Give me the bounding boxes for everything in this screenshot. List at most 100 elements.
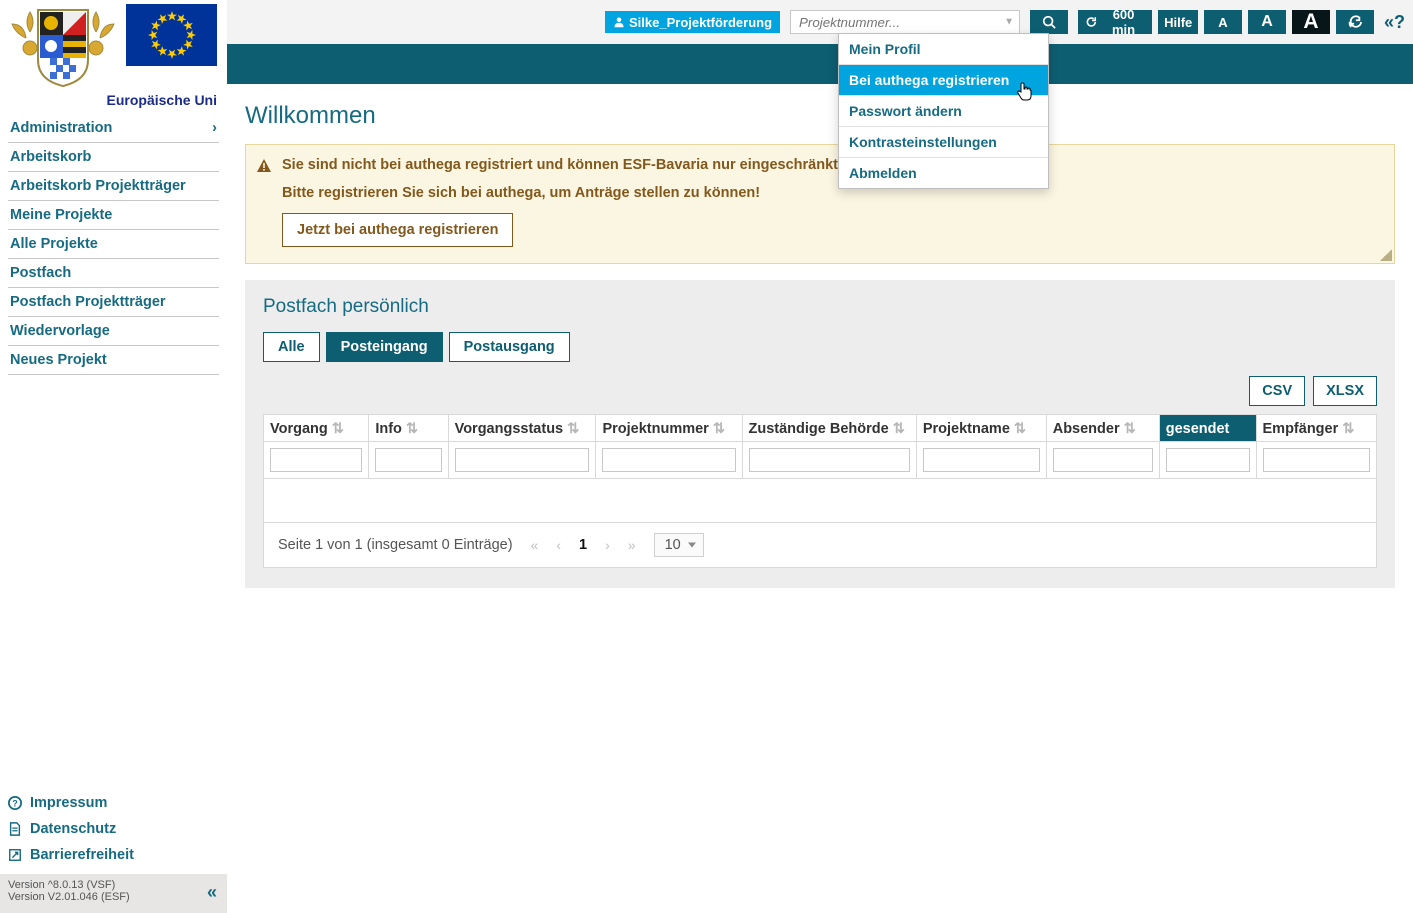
header-bar [227,44,1413,84]
sidebar-item-5[interactable]: Postfach [8,259,219,288]
session-timer-value: 600 min [1102,7,1146,37]
tab-posteingang[interactable]: Posteingang [326,332,443,362]
tab-alle[interactable]: Alle [263,332,320,362]
export-csv-button[interactable]: CSV [1249,376,1305,406]
register-authega-button[interactable]: Jetzt bei authega registrieren [282,213,513,247]
col-info[interactable]: Info⇅ [369,415,448,442]
warning-text-2: Bitte registrieren Sie sich bei authega,… [282,185,1378,201]
pager-first-icon[interactable]: « [531,537,539,553]
col-empfänger[interactable]: Empfänger⇅ [1256,415,1376,442]
barrierefreiheit-link[interactable]: Barrierefreiheit [8,842,219,868]
dropdown-item-3[interactable]: Kontrasteinstellungen [839,127,1048,158]
filter-info[interactable] [375,448,441,472]
dropdown-item-2[interactable]: Passwort ändern [839,96,1048,127]
collapse-sidebar-icon[interactable]: « [207,882,217,903]
col-vorgang[interactable]: Vorgang⇅ [264,415,369,442]
page-title: Willkommen [245,102,1395,130]
search-button[interactable] [1030,10,1068,34]
filter-absender[interactable] [1053,448,1153,472]
sort-icon: ⇅ [1124,421,1136,437]
sidebar-item-label: Meine Projekte [10,207,112,223]
postfach-table: Vorgang⇅Info⇅Vorgangsstatus⇅Projektnumme… [263,414,1377,523]
version-box: Version ^8.0.13 (VSF) Version V2.01.046 … [0,874,227,913]
col-zuständige-behörde[interactable]: Zuständige Behörde⇅ [742,415,916,442]
user-menu-button[interactable]: Silke_Projektförderung [605,11,780,33]
sidebar-item-0[interactable]: Administration› [8,114,219,143]
sidebar-item-2[interactable]: Arbeitskorb Projektträger [8,172,219,201]
sidebar-item-1[interactable]: Arbeitskorb [8,143,219,172]
footer-links: ? Impressum Datenschutz Barrierefreiheit [0,784,227,874]
version-line: Version ^8.0.13 (VSF) [8,879,219,891]
col-projektnummer[interactable]: Projektnummer⇅ [596,415,742,442]
sort-icon: ⇅ [1342,421,1354,437]
project-search-input[interactable] [790,10,1020,34]
eu-label: Europäische Uni [0,90,227,114]
dropdown-item-1[interactable]: Bei authega registrieren [839,65,1048,96]
page-size-select[interactable]: 10 [654,533,704,557]
question-circle-icon: ? [8,796,22,810]
postfach-panel: Postfach persönlich AllePosteingangPosta… [245,280,1395,588]
sort-icon: ⇅ [713,421,725,437]
sidebar-item-label: Alle Projekte [10,236,98,252]
datenschutz-link[interactable]: Datenschutz [8,816,219,842]
topbar-right: 600 min Hilfe A A A «? [1078,10,1405,34]
export-xlsx-button[interactable]: XLSX [1313,376,1377,406]
sidebar-item-label: Postfach Projektträger [10,294,166,310]
font-small-button[interactable]: A [1204,10,1242,34]
footer-link-label: Barrierefreiheit [30,847,134,863]
session-timer-button[interactable]: 600 min [1078,10,1152,34]
filter-projektname[interactable] [923,448,1040,472]
sidebar-item-label: Arbeitskorb Projektträger [10,178,186,194]
help-button[interactable]: Hilfe [1158,10,1198,34]
sidebar-item-3[interactable]: Meine Projekte [8,201,219,230]
footer-link-label: Datenschutz [30,821,116,837]
filter-zuständige-behörde[interactable] [749,448,910,472]
sidebar-item-label: Arbeitskorb [10,149,91,165]
panel-title: Postfach persönlich [263,296,1377,318]
tab-postausgang[interactable]: Postausgang [449,332,570,362]
pager-prev-icon[interactable]: ‹ [556,537,561,553]
user-icon [613,16,625,28]
footer-link-label: Impressum [30,795,107,811]
sort-icon: ⇅ [893,421,905,437]
sidebar-item-label: Administration [10,120,112,136]
user-name: Silke_Projektförderung [629,15,772,30]
filter-gesendet[interactable] [1166,448,1250,472]
filter-empfänger[interactable] [1263,448,1370,472]
sidebar-item-6[interactable]: Postfach Projektträger [8,288,219,317]
eu-flag-logo [126,4,217,66]
sort-icon: ⇅ [406,421,418,437]
font-large-button[interactable]: A [1292,10,1330,34]
font-medium-button[interactable]: A [1248,10,1286,34]
refresh-button[interactable] [1336,10,1374,34]
warning-text-1: Sie sind nicht bei authega registriert u… [282,157,1378,173]
authega-warning: Sie sind nicht bei authega registriert u… [245,144,1395,264]
col-projektname[interactable]: Projektname⇅ [916,415,1046,442]
warning-icon [256,158,272,174]
sidebar-item-7[interactable]: Wiedervorlage [8,317,219,346]
col-gesendet[interactable]: gesendet [1159,415,1256,442]
pager-current-page: 1 [579,537,587,553]
impressum-link[interactable]: ? Impressum [8,790,219,816]
sort-icon: ⇅ [567,421,579,437]
context-help-icon[interactable]: «? [1384,12,1405,33]
dropdown-item-4[interactable]: Abmelden [839,158,1048,188]
col-vorgangsstatus[interactable]: Vorgangsstatus⇅ [448,415,596,442]
user-dropdown: Mein ProfilBei authega registrierenPassw… [838,33,1049,189]
pager-last-icon[interactable]: » [628,537,636,553]
filter-vorgang[interactable] [270,448,362,472]
sidebar-item-4[interactable]: Alle Projekte [8,230,219,259]
pager-summary: Seite 1 von 1 (insgesamt 0 Einträge) [278,537,513,553]
dropdown-item-0[interactable]: Mein Profil [839,34,1048,65]
sidebar-item-8[interactable]: Neues Projekt [8,346,219,375]
sidebar-item-label: Neues Projekt [10,352,107,368]
filter-vorgangsstatus[interactable] [455,448,590,472]
filter-projektnummer[interactable] [602,448,735,472]
pager-next-icon[interactable]: › [605,537,610,553]
content: Willkommen Sie sind nicht bei authega re… [227,84,1413,588]
table-empty-row [264,479,1377,523]
main-area: Silke_Projektförderung ▼ 600 min Hilfe A… [227,0,1413,913]
search-wrapper: ▼ [790,10,1020,34]
col-absender[interactable]: Absender⇅ [1046,415,1159,442]
refresh-icon [1348,15,1362,29]
